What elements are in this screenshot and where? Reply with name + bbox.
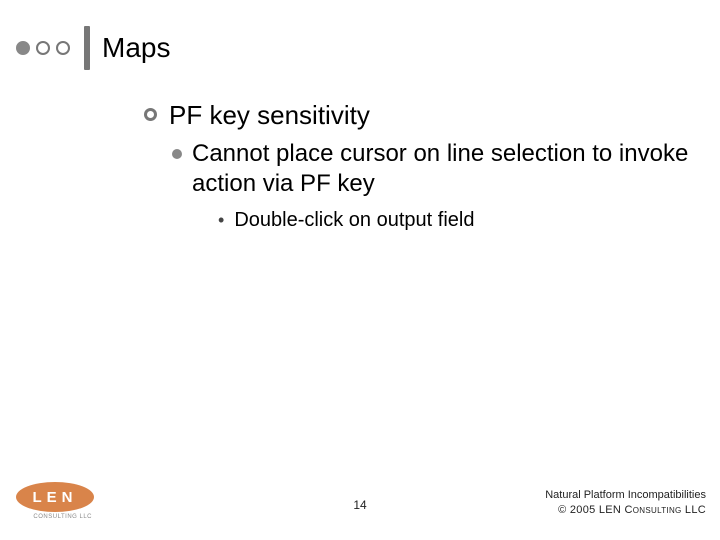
bullet-level1-text: PF key sensitivity [169, 100, 370, 131]
copyright-line1: Natural Platform Incompatibilities [545, 488, 706, 503]
slide-header: Maps [16, 26, 170, 70]
logo-oval-icon: LEN [16, 482, 94, 512]
bullet-level3-text: Double-click on output field [234, 209, 474, 232]
slide-body: PF key sensitivity Cannot place cursor o… [144, 100, 690, 232]
bullet-level1: PF key sensitivity [144, 100, 690, 131]
dot-icon [16, 41, 30, 55]
header-dots [16, 41, 70, 55]
slide: Maps PF key sensitivity Cannot place cur… [0, 0, 720, 540]
ring-bullet-icon [144, 108, 157, 121]
logo: LEN CONSULTING LLC [16, 482, 94, 520]
dot-bullet-icon: • [218, 209, 224, 231]
copyright-line2: © 2005 LEN Consulting LLC [545, 503, 706, 518]
slide-footer: LEN CONSULTING LLC 14 Natural Platform I… [0, 480, 720, 526]
dot-icon [36, 41, 50, 55]
slide-title: Maps [102, 32, 170, 64]
logo-letters: LEN [33, 489, 78, 506]
logo-subtext: CONSULTING LLC [16, 514, 94, 520]
bullet-level2-text: Cannot place cursor on line selection to… [192, 139, 690, 199]
dot-icon [56, 41, 70, 55]
bullet-level3: • Double-click on output field [218, 209, 690, 232]
header-bar-icon [84, 26, 90, 70]
copyright: Natural Platform Incompatibilities © 200… [545, 488, 706, 518]
bullet-level3-group: • Double-click on output field [218, 209, 690, 232]
page-number: 14 [353, 498, 366, 512]
bullet-level2: Cannot place cursor on line selection to… [172, 139, 690, 199]
disc-bullet-icon [172, 149, 182, 159]
bullet-level2-group: Cannot place cursor on line selection to… [172, 139, 690, 232]
